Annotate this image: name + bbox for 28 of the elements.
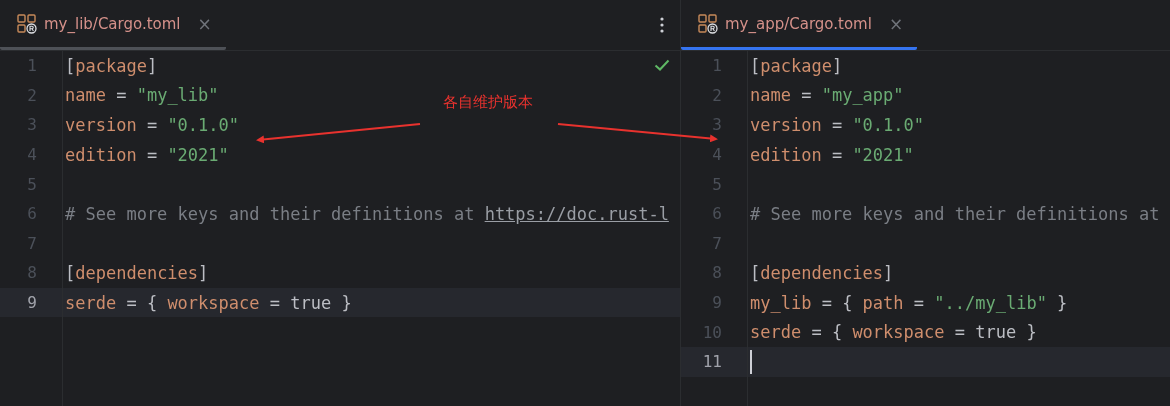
line-number: 9 <box>26 293 38 313</box>
annotation-text: 各自维护版本 <box>443 93 533 112</box>
more-icon[interactable] <box>660 17 664 33</box>
toml-file-icon <box>17 13 37 34</box>
text-cursor <box>750 349 752 374</box>
editor-tab[interactable]: my_app/Cargo.toml × <box>681 0 918 50</box>
code-line: # See more keys and their definitions at <box>749 203 1160 224</box>
close-icon[interactable]: × <box>888 13 904 34</box>
code-line: # See more keys and their definitions at https://doc.rust-l <box>64 203 669 224</box>
code-line: [package] <box>749 55 843 76</box>
code-line: edition = "2021" <box>64 144 229 165</box>
editor-tab[interactable]: my_lib/Cargo.toml × <box>0 0 226 50</box>
close-icon[interactable]: × <box>197 13 212 34</box>
code-line: my_lib = { path = "../my_lib" } <box>749 292 1068 313</box>
tab-label: my_app/Cargo.toml <box>725 14 872 33</box>
code-line: serde = { workspace = true } <box>749 322 1037 343</box>
code-line: name = "my_lib" <box>64 85 219 106</box>
code-line: version = "0.1.0" <box>64 115 240 135</box>
toml-file-icon <box>698 13 718 34</box>
code-line: [dependencies] <box>749 262 894 283</box>
code-line: [dependencies] <box>64 262 209 283</box>
code-line: name = "my_app" <box>749 85 904 106</box>
tab-label: my_lib/Cargo.toml <box>44 14 181 33</box>
code-line: [package] <box>64 55 158 76</box>
code-line: version = "0.1.0" <box>749 115 925 135</box>
code-line: edition = "2021" <box>749 144 914 165</box>
line-number: 11 <box>701 352 723 372</box>
code-line: serde = { workspace = true } <box>64 292 352 313</box>
